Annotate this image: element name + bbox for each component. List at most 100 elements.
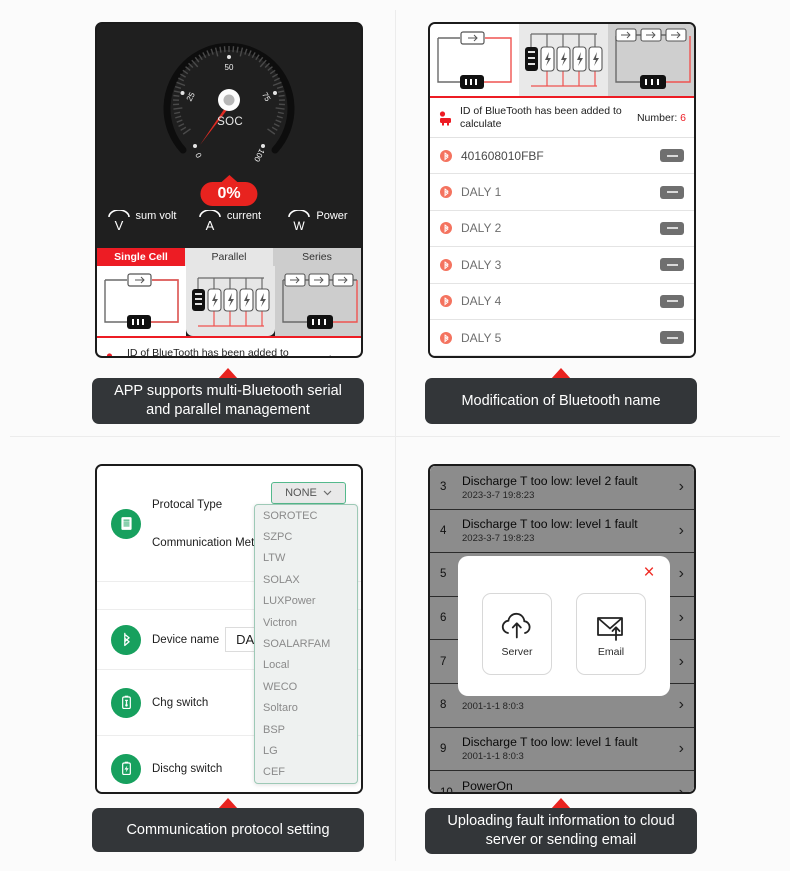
bluetooth-info-bar: ID of BlueTooth has been added to calcul… xyxy=(97,338,361,358)
list-item[interactable]: DALY 2 xyxy=(430,210,694,248)
bluetooth-icon xyxy=(440,222,452,235)
meter-power: W Power xyxy=(273,210,361,232)
dropdown-option[interactable]: Local xyxy=(255,655,357,676)
bluetooth-icon xyxy=(111,624,141,655)
remove-device-button[interactable] xyxy=(660,294,684,308)
tab-parallel[interactable]: Parallel xyxy=(185,248,273,266)
bluetooth-icon xyxy=(440,295,452,308)
dropdown-option[interactable]: SZPC xyxy=(255,526,357,547)
bluetooth-icon xyxy=(440,186,452,199)
bluetooth-info-text: ID of BlueTooth has been added to calcul… xyxy=(460,104,622,130)
list-item[interactable]: DALY 3 xyxy=(430,247,694,284)
chevron-down-icon xyxy=(323,490,332,496)
svg-text:25: 25 xyxy=(185,90,197,103)
close-icon[interactable]: × xyxy=(640,563,658,582)
list-item[interactable]: DALY 1 xyxy=(430,174,694,211)
device-name: DALY 1 xyxy=(461,185,502,200)
ampere-icon: A xyxy=(199,210,221,232)
modal-options: Server Email xyxy=(472,593,656,675)
panel-protocol-settings: Protocal Type Communication Method NONE … xyxy=(95,464,363,794)
device-name: DALY 5 xyxy=(461,330,502,345)
device-name: DALY 3 xyxy=(461,257,502,272)
parallel-circuit xyxy=(192,277,270,327)
dropdown-option[interactable]: CEF xyxy=(255,762,357,783)
device-name: DALY 4 xyxy=(461,294,502,309)
bluetooth-icon xyxy=(440,331,452,344)
volt-icon: V xyxy=(107,210,130,232)
upload-destination-modal: × Server Email xyxy=(458,556,670,696)
number-label: Number: xyxy=(307,354,347,356)
protocol-dropdown[interactable]: SOROTEC SZPC LTW SOLAX LUXPower Victron … xyxy=(254,504,358,785)
upload-server-option[interactable]: Server xyxy=(482,593,552,675)
protocol-type-select[interactable]: NONE xyxy=(271,482,346,504)
remove-device-button[interactable] xyxy=(660,331,684,345)
caption-4: Uploading fault information to cloud ser… xyxy=(425,808,697,854)
svg-text:A: A xyxy=(206,218,215,232)
diagram-series-2 xyxy=(608,24,694,96)
remove-device-button[interactable] xyxy=(660,149,684,163)
fault-list: 3 Discharge T too low: level 2 fault 202… xyxy=(430,466,694,792)
device-name: 401608010FBF xyxy=(461,148,544,163)
bluetooth-number: Number:0 xyxy=(307,354,353,356)
number-label: Number: xyxy=(636,111,678,124)
diagram-single-cell-2 xyxy=(430,24,519,96)
watt-icon: W xyxy=(288,210,311,232)
bluetooth-icon xyxy=(440,258,452,271)
svg-text:0: 0 xyxy=(194,151,204,160)
meter-label: sum volt xyxy=(135,210,177,222)
discharge-battery-icon xyxy=(111,753,141,784)
soc-gauge: 50 25 75 0 100 xyxy=(163,42,295,164)
device-name: DALY 2 xyxy=(461,221,502,236)
device-name-label: Device name xyxy=(152,633,220,646)
meter-label: current xyxy=(226,210,262,222)
svg-text:W: W xyxy=(294,219,306,232)
meter-label: Power xyxy=(316,210,348,222)
diagram-parallel-2 xyxy=(519,24,608,96)
send-email-option[interactable]: Email xyxy=(576,593,646,675)
dropdown-option[interactable]: Soltaro xyxy=(255,698,357,719)
bluetooth-device-icon xyxy=(439,110,451,125)
bluetooth-info-text: ID of BlueTooth has been added to calcul… xyxy=(127,347,289,358)
diagram-single-cell xyxy=(97,266,186,336)
dropdown-option[interactable]: SOALARFAM xyxy=(255,633,357,654)
document-icon xyxy=(111,508,141,539)
list-item[interactable]: DALY 5 xyxy=(430,319,694,356)
dropdown-option[interactable]: SOROTEC xyxy=(255,505,357,526)
cloud-upload-icon xyxy=(501,612,531,639)
remove-device-button[interactable] xyxy=(660,258,684,272)
meter-current: A current xyxy=(185,210,273,232)
panel-fault-history: 3 Discharge T too low: level 2 fault 202… xyxy=(428,464,696,794)
tab-single-cell[interactable]: Single Cell xyxy=(97,248,185,266)
bluetooth-device-icon xyxy=(106,353,113,356)
dropdown-option[interactable]: LG xyxy=(255,740,357,761)
svg-text:75: 75 xyxy=(260,91,272,104)
number-value: 6 xyxy=(680,111,686,124)
meter-sum-volt: V sum volt xyxy=(97,210,185,232)
soc-label: SOC xyxy=(217,116,243,128)
connection-mode-tabs: Single Cell Parallel Series xyxy=(97,248,361,266)
tab-series[interactable]: Series xyxy=(273,248,361,266)
number-value: 0 xyxy=(347,354,353,356)
device-list: 401608010FBF DALY 1 DALY 2 DALY 3 DALY 4… xyxy=(430,138,694,356)
dropdown-option[interactable]: BSP xyxy=(255,719,357,740)
dropdown-option[interactable]: SOLAX xyxy=(255,569,357,590)
caption-1: APP supports multi-Bluetooth serial and … xyxy=(92,378,364,424)
svg-text:50: 50 xyxy=(225,63,234,72)
diagram-parallel xyxy=(186,266,275,336)
list-item[interactable]: DALY 4 xyxy=(430,283,694,320)
soc-gauge-area: 50 25 75 0 100 SOC 0% V sum volt A curre… xyxy=(97,24,361,248)
list-item[interactable]: 401608010FBF xyxy=(430,138,694,175)
caption-3: Communication protocol setting xyxy=(92,808,364,852)
dropdown-option[interactable]: LUXPower xyxy=(255,591,357,612)
remove-device-button[interactable] xyxy=(660,221,684,235)
remove-device-button[interactable] xyxy=(660,185,684,199)
parallel-circuit-2 xyxy=(525,33,603,87)
charge-battery-icon xyxy=(111,687,141,718)
dropdown-option[interactable]: Victron xyxy=(255,612,357,633)
diagram-series xyxy=(275,266,361,336)
caption-2: Modification of Bluetooth name xyxy=(425,378,697,424)
panel-bluetooth-list: ID of BlueTooth has been added to calcul… xyxy=(428,22,696,358)
dropdown-option[interactable]: LTW xyxy=(255,548,357,569)
dropdown-option[interactable]: WECO xyxy=(255,676,357,697)
circuit-diagrams-2 xyxy=(430,24,694,98)
